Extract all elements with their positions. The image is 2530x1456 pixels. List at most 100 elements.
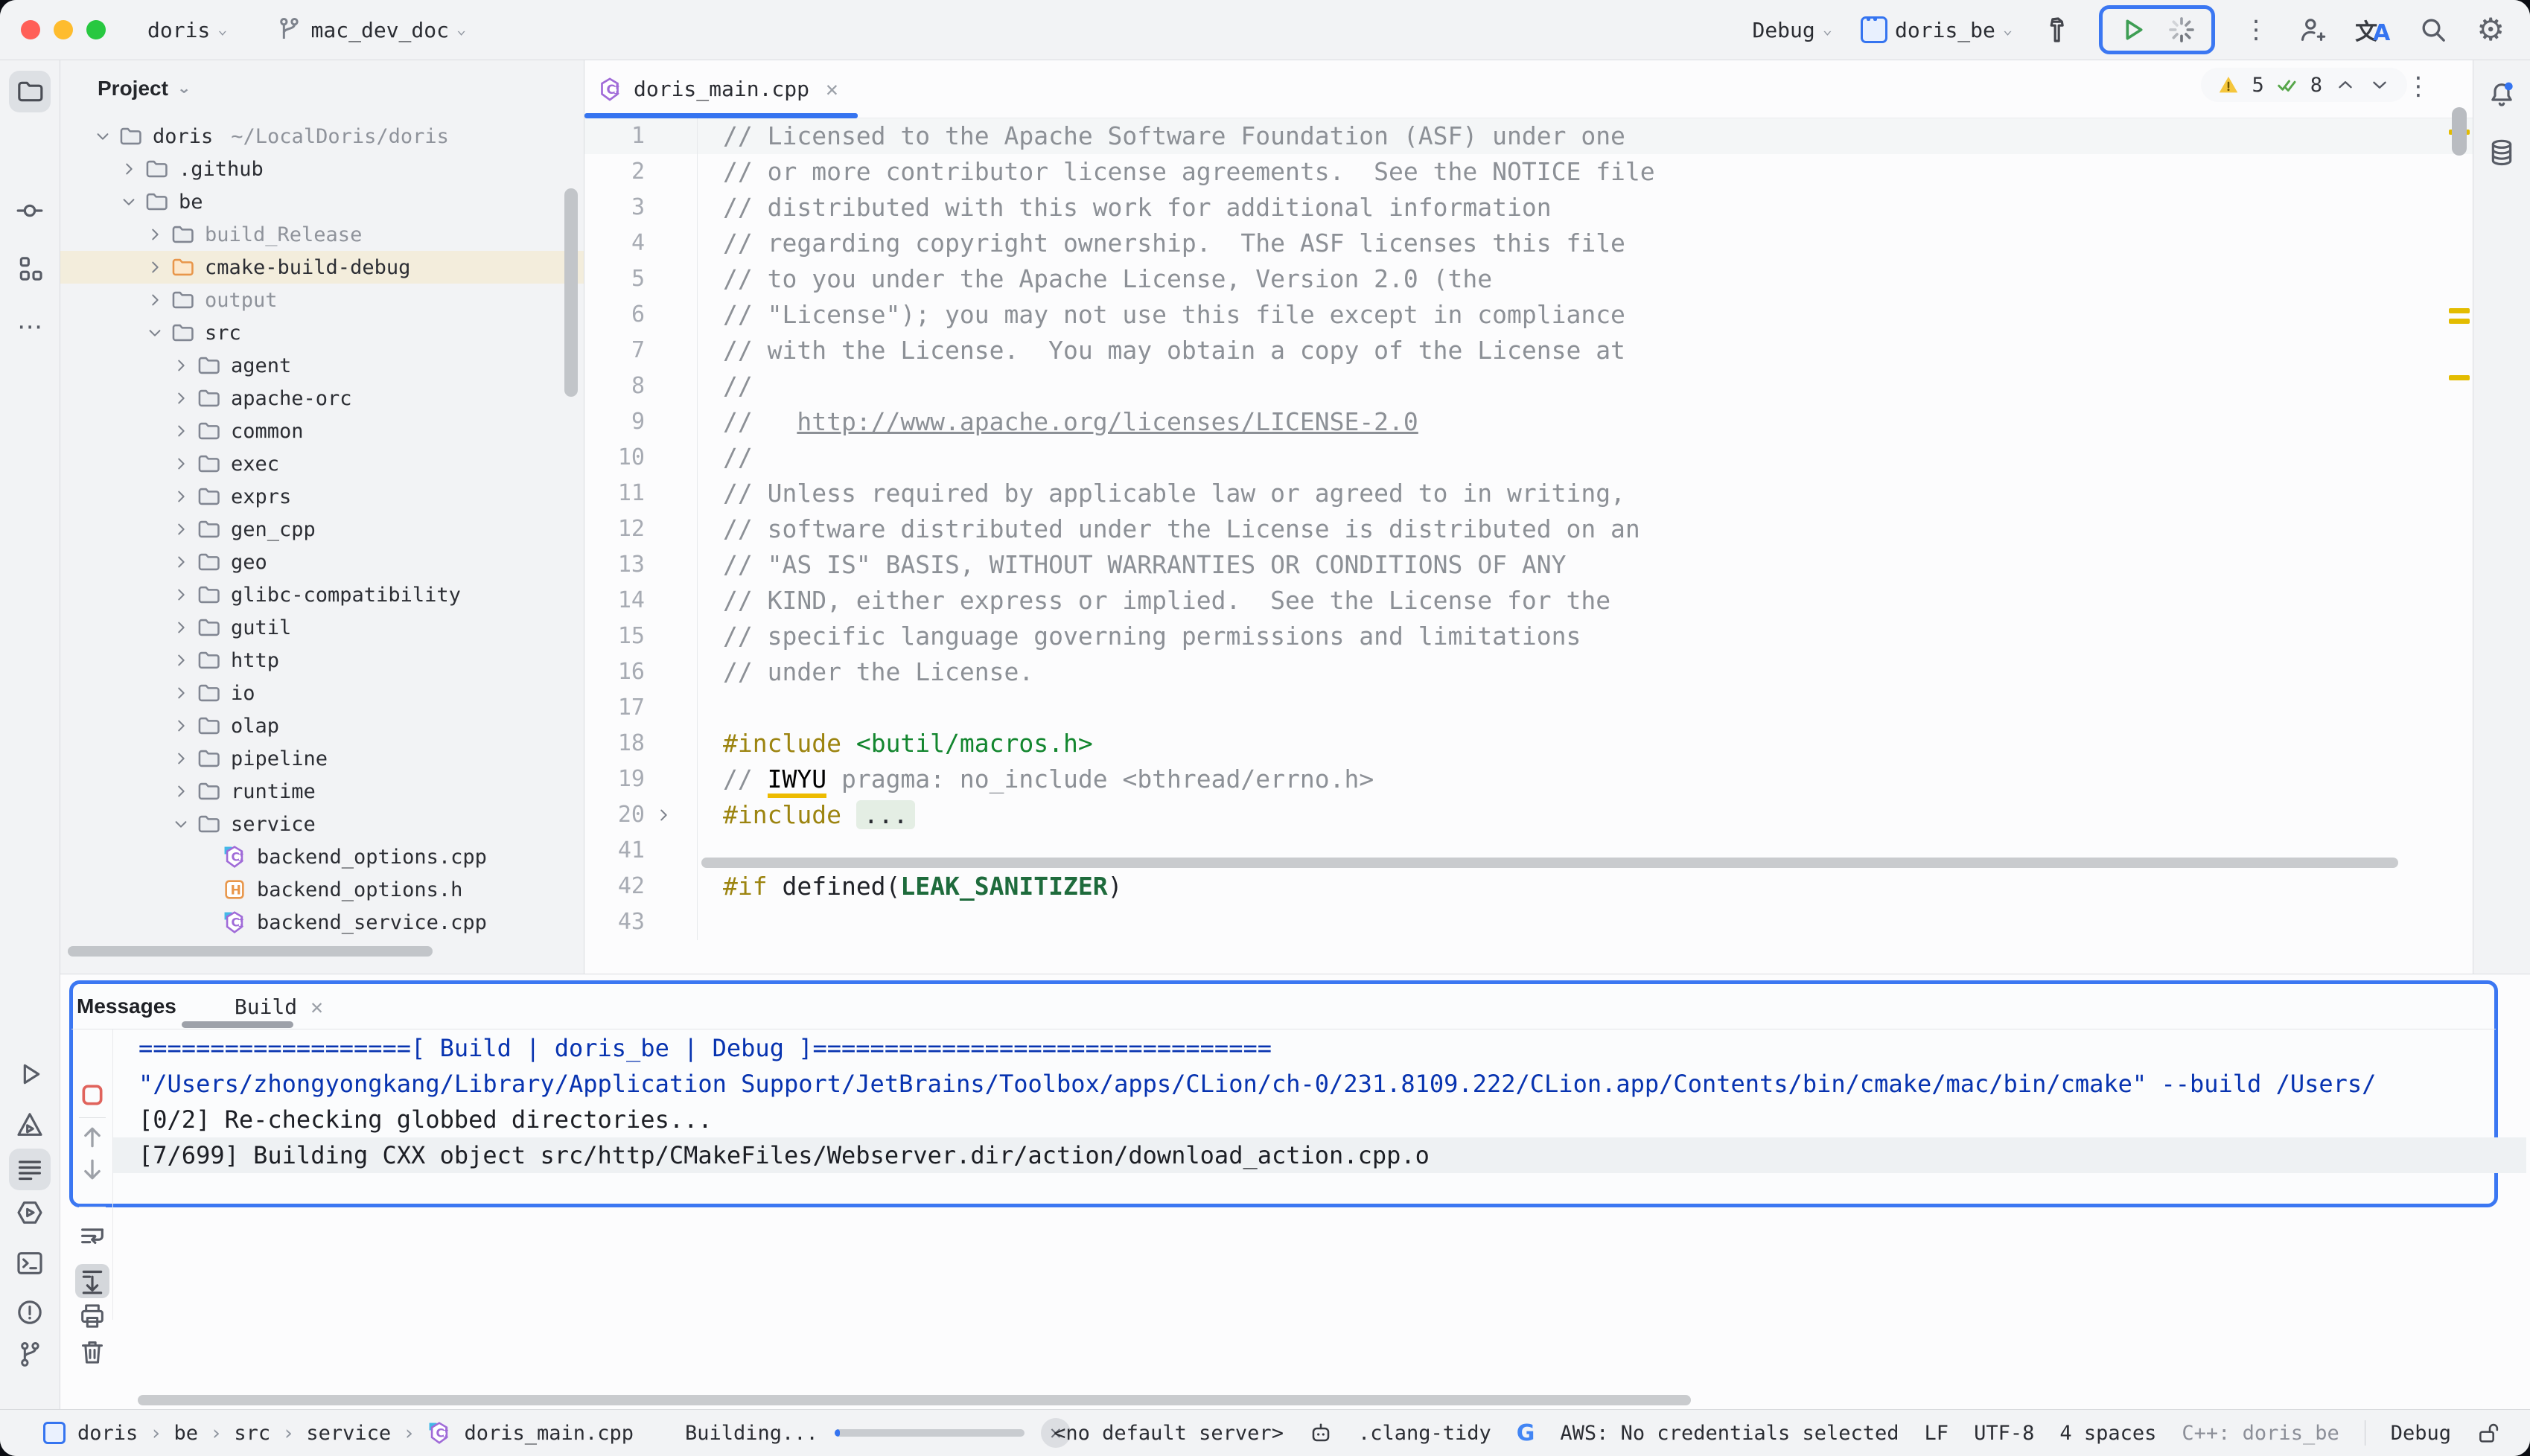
tree-item-olap[interactable]: olap (60, 709, 584, 742)
chevron-collapsed-icon[interactable] (168, 587, 194, 603)
gutter[interactable]: 41 (584, 833, 698, 869)
project-vertical-scrollbar[interactable] (564, 188, 578, 397)
tree-item-backend-options-cpp[interactable]: C++backend_options.cpp (60, 840, 584, 873)
error-stripe-mark[interactable] (2449, 319, 2470, 324)
breadcrumb-item[interactable]: doris (77, 1422, 138, 1445)
tool-window-database-button[interactable] (2481, 132, 2523, 173)
tree-item-http[interactable]: http (60, 644, 584, 677)
gutter[interactable]: 43 (584, 904, 698, 940)
fold-arrow-icon[interactable] (655, 807, 697, 823)
chevron-collapsed-icon[interactable] (168, 783, 194, 799)
tree-item-exprs[interactable]: exprs (60, 480, 584, 513)
tool-window-commit-button[interactable] (9, 190, 51, 232)
status-item[interactable]: Debug (2391, 1422, 2451, 1445)
tree-item-output[interactable]: output (60, 284, 584, 316)
project-tree[interactable]: doris~/LocalDoris/doris.githubbebuild_Re… (60, 120, 584, 939)
next-message-button[interactable] (77, 1155, 107, 1184)
print-button[interactable] (77, 1301, 107, 1331)
tool-window-problems-button[interactable] (9, 1291, 51, 1333)
tree-item-apache-orc[interactable]: apache-orc (60, 382, 584, 415)
gutter[interactable]: 14 (584, 583, 698, 619)
gutter[interactable]: 15 (584, 619, 698, 654)
gutter[interactable]: 7 (584, 333, 698, 368)
search-icon[interactable] (2418, 15, 2448, 45)
gutter[interactable]: 13 (584, 547, 698, 583)
stop-button[interactable] (77, 1080, 107, 1110)
gutter[interactable]: 12 (584, 511, 698, 547)
google-icon[interactable]: G (1517, 1420, 1535, 1446)
chevron-collapsed-icon[interactable] (168, 718, 194, 734)
status-item[interactable]: .clang-tidy (1358, 1422, 1491, 1445)
tool-window-git-button[interactable] (9, 1333, 51, 1375)
chevron-collapsed-icon[interactable] (168, 456, 194, 472)
close-tab-icon[interactable]: ✕ (826, 77, 838, 101)
branch-switcher[interactable]: mac_dev_doc ⌄ (274, 15, 467, 45)
tree-item-runtime[interactable]: runtime (60, 775, 584, 808)
tool-window-profiler-button[interactable] (9, 1104, 51, 1146)
gutter[interactable]: 42 (584, 869, 698, 904)
zoom-window-button[interactable] (86, 20, 106, 39)
error-stripe-mark[interactable] (2449, 308, 2470, 313)
notifications-button[interactable] (2481, 74, 2523, 115)
tree-item-common[interactable]: common (60, 415, 584, 447)
tree-item-service[interactable]: service (60, 808, 584, 840)
tree-item-cmake-build-debug[interactable]: cmake-build-debug (60, 251, 584, 284)
build-console[interactable]: ===================[ Build | doris_be | … (113, 1030, 2526, 1203)
run-target-selector[interactable]: doris_be ⌄ (1861, 16, 2013, 43)
build-hammer-icon[interactable] (2041, 15, 2071, 45)
tree-item-glibc-compatibility[interactable]: glibc-compatibility (60, 578, 584, 611)
run-play-icon[interactable] (2118, 15, 2147, 45)
tree-item-pipeline[interactable]: pipeline (60, 742, 584, 775)
breadcrumb-file[interactable]: doris_main.cpp (464, 1422, 634, 1445)
tree-item-src[interactable]: src (60, 316, 584, 349)
gutter[interactable]: 8 (584, 368, 698, 404)
project-panel-header[interactable]: Project ⌄ (60, 60, 584, 117)
next-problem-chevron-icon[interactable] (2368, 74, 2391, 96)
editor-options-kebab-icon[interactable]: ⋮ (2406, 74, 2431, 99)
tree-item-build-release[interactable]: build_Release (60, 218, 584, 251)
chevron-collapsed-icon[interactable] (168, 488, 194, 505)
gutter[interactable]: 5 (584, 261, 698, 297)
chevron-collapsed-icon[interactable] (116, 161, 141, 177)
chevron-collapsed-icon[interactable] (168, 750, 194, 767)
tool-window-services-button[interactable] (9, 1192, 51, 1233)
translate-icon[interactable]: 文A (2355, 13, 2390, 46)
inspections-widget[interactable]: 5 8 (2201, 68, 2407, 102)
tab-doris-main-cpp[interactable]: C++ doris_main.cpp ✕ (584, 60, 858, 118)
tool-window-structure-button[interactable] (9, 248, 51, 290)
gutter[interactable]: 2 (584, 154, 698, 190)
unlock-icon[interactable] (2476, 1421, 2500, 1445)
settings-gear-icon[interactable]: ⚙ (2476, 14, 2505, 45)
add-user-icon[interactable] (2297, 15, 2327, 45)
scroll-to-end-button[interactable] (75, 1264, 109, 1298)
running-spinner-icon[interactable] (2167, 15, 2196, 45)
gutter[interactable]: 18 (584, 726, 698, 761)
editor-horizontal-scrollbar[interactable] (701, 858, 2398, 868)
chevron-collapsed-icon[interactable] (168, 554, 194, 570)
editor-vertical-scrollbar[interactable] (2452, 107, 2467, 156)
breadcrumb[interactable]: doris›be›src›service›C++doris_main.cpp (43, 1420, 634, 1446)
run-config-type-selector[interactable]: Debug ⌄ (1752, 18, 1832, 42)
chevron-collapsed-icon[interactable] (168, 619, 194, 636)
tool-window-terminal-button[interactable] (9, 1242, 51, 1284)
tree-item-io[interactable]: io (60, 677, 584, 709)
gutter[interactable]: 20 (584, 797, 698, 833)
close-window-button[interactable] (21, 20, 40, 39)
chevron-collapsed-icon[interactable] (142, 226, 168, 243)
prev-message-button[interactable] (77, 1123, 107, 1152)
tree-item-gen-cpp[interactable]: gen_cpp (60, 513, 584, 546)
soft-wrap-button[interactable] (77, 1222, 107, 1252)
tree-item--github[interactable]: .github (60, 153, 584, 185)
gutter[interactable]: 4 (584, 226, 698, 261)
tool-window-messages-button[interactable] (9, 1149, 51, 1190)
breadcrumb-item[interactable]: service (306, 1422, 391, 1445)
status-item[interactable]: AWS: No credentials selected (1560, 1422, 1899, 1445)
gutter[interactable]: 1 (584, 118, 698, 154)
breadcrumb-item[interactable]: src (234, 1422, 270, 1445)
tree-item-be[interactable]: be (60, 185, 584, 218)
chevron-expanded-icon[interactable] (116, 194, 141, 210)
tree-item-doris[interactable]: doris~/LocalDoris/doris (60, 120, 584, 153)
gutter[interactable]: 6 (584, 297, 698, 333)
close-tab-icon[interactable]: ✕ (310, 994, 323, 1019)
chevron-expanded-icon[interactable] (90, 128, 115, 144)
